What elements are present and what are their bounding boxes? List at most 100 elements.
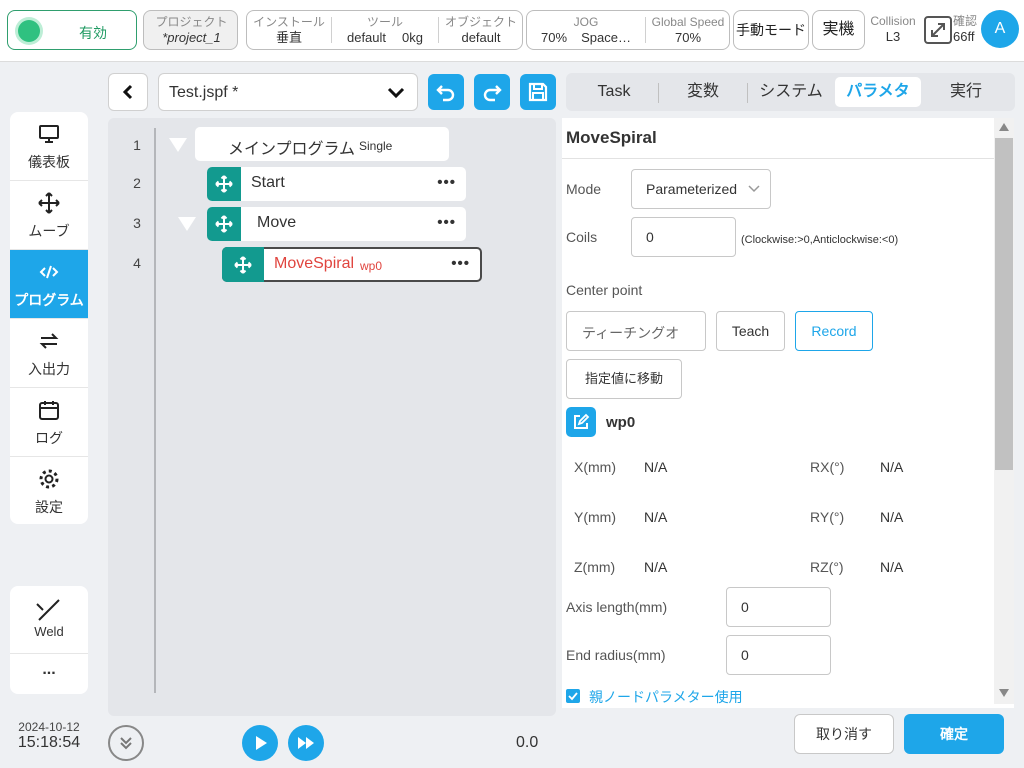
nav-item-program[interactable]: プログラム bbox=[10, 250, 88, 319]
nav-label-settings: 設定 bbox=[35, 499, 63, 515]
move-arrows-icon bbox=[38, 192, 60, 214]
main-program-node[interactable]: メインプログラム Single bbox=[195, 127, 449, 161]
line-number: 4 bbox=[133, 255, 141, 271]
project-selector[interactable]: プロジェクト *project_1 bbox=[143, 10, 238, 50]
scrollbar[interactable] bbox=[994, 118, 1014, 704]
chevron-down-icon bbox=[748, 185, 760, 193]
axis-length-input[interactable]: 0 bbox=[726, 587, 831, 627]
node-menu-button[interactable]: ••• bbox=[437, 174, 456, 191]
scroll-down-button[interactable] bbox=[108, 725, 144, 761]
mode-label: Mode bbox=[566, 181, 602, 197]
step-forward-button[interactable] bbox=[288, 725, 324, 761]
nav-item-dashboard[interactable]: 儀表板 bbox=[10, 112, 88, 181]
nav-label-move: ムーブ bbox=[28, 223, 70, 239]
play-icon bbox=[256, 736, 267, 750]
top-status-bar: 有効 プロジェクト *project_1 インストール 垂直 ツール defau… bbox=[0, 0, 1024, 62]
tab-variables[interactable]: 変数 bbox=[661, 77, 745, 107]
node-menu-button[interactable]: ••• bbox=[437, 214, 456, 231]
fast-forward-icon bbox=[298, 737, 314, 749]
jog-speed-group[interactable]: JOG 70% Space… Global Speed 70% bbox=[526, 10, 730, 50]
line-number-divider bbox=[154, 128, 156, 693]
main-program-title: メインプログラム bbox=[228, 141, 356, 158]
center-point-label: Center point bbox=[566, 282, 643, 298]
edit-waypoint-button[interactable] bbox=[566, 407, 596, 437]
node-menu-button[interactable]: ••• bbox=[451, 255, 470, 272]
expand-icon[interactable] bbox=[924, 16, 952, 44]
chevron-down-icon bbox=[387, 87, 405, 99]
redo-button[interactable] bbox=[474, 74, 510, 110]
coord-value: N/A bbox=[880, 559, 904, 575]
more-menu-button[interactable]: ... bbox=[10, 656, 88, 692]
line-number: 2 bbox=[133, 175, 141, 191]
scrollbar-thumb[interactable] bbox=[995, 138, 1013, 470]
node-name: Start bbox=[251, 174, 285, 191]
coord-label: Z(mm) bbox=[574, 559, 616, 575]
file-selector[interactable]: Test.jspf * bbox=[158, 73, 418, 111]
teach-mode-select[interactable]: ティーチングオ bbox=[566, 311, 706, 351]
nav-item-io[interactable]: 入出力 bbox=[10, 319, 88, 388]
collapse-triangle-icon[interactable] bbox=[169, 138, 187, 152]
tool-value: default bbox=[346, 30, 387, 45]
install-tool-object-group[interactable]: インストール 垂直 ツール default 0kg オブジェクト default bbox=[246, 10, 523, 50]
move-to-position-button[interactable]: 指定値に移動 bbox=[566, 359, 682, 399]
gear-icon bbox=[39, 469, 59, 489]
main-program-mode: Single bbox=[359, 139, 393, 153]
io-swap-icon bbox=[39, 333, 59, 349]
coord-value: N/A bbox=[880, 509, 904, 525]
weld-button[interactable]: Weld bbox=[10, 586, 88, 654]
tab-task[interactable]: Task bbox=[572, 77, 656, 107]
manual-mode-button[interactable]: 手動モード bbox=[733, 10, 809, 50]
tab-parameters[interactable]: パラメタ bbox=[835, 77, 921, 107]
move-node-icon bbox=[222, 247, 264, 282]
waypoint-name: wp0 bbox=[606, 414, 636, 431]
nav-item-move[interactable]: ムーブ bbox=[10, 181, 88, 250]
confirm-button[interactable]: 確定 bbox=[904, 714, 1004, 754]
coord-value: N/A bbox=[644, 459, 668, 475]
collision-level[interactable]: Collision L3 bbox=[868, 14, 918, 44]
main-nav: 儀表板 ムーブ プログラム 入出力 ログ 設定 bbox=[10, 112, 88, 524]
teach-button[interactable]: Teach bbox=[716, 311, 785, 351]
line-number: 3 bbox=[133, 215, 141, 231]
code-icon bbox=[39, 265, 59, 279]
coord-label: RX(°) bbox=[810, 459, 845, 475]
back-button[interactable] bbox=[108, 73, 148, 111]
install-value: 垂直 bbox=[275, 30, 302, 45]
coils-label: Coils bbox=[566, 229, 598, 245]
undo-button[interactable] bbox=[428, 74, 464, 110]
coord-value: N/A bbox=[644, 559, 668, 575]
use-parent-params-checkbox[interactable] bbox=[566, 689, 580, 703]
cancel-button[interactable]: 取り消す bbox=[794, 714, 894, 754]
enable-status-button[interactable]: 有効 bbox=[7, 10, 137, 50]
tool-weight: 0kg bbox=[402, 30, 423, 45]
scroll-down-arrow-icon[interactable] bbox=[999, 689, 1009, 697]
play-button[interactable] bbox=[242, 725, 278, 761]
tab-execute[interactable]: 実行 bbox=[924, 77, 1008, 107]
collapse-triangle-icon[interactable] bbox=[178, 217, 196, 231]
real-machine-button[interactable]: 実機 bbox=[812, 10, 865, 50]
status-led-icon bbox=[18, 20, 40, 42]
line-number: 1 bbox=[133, 137, 141, 153]
end-radius-input[interactable]: 0 bbox=[726, 635, 831, 675]
program-node-movespiral-selected[interactable]: MoveSpiral wp0 ••• bbox=[222, 247, 482, 282]
user-avatar[interactable]: A bbox=[981, 10, 1019, 48]
mode-select[interactable]: Parameterized bbox=[631, 169, 771, 209]
program-node-move[interactable]: Move ••• bbox=[207, 207, 466, 241]
record-button[interactable]: Record bbox=[795, 311, 873, 351]
nav-item-settings[interactable]: 設定 bbox=[10, 457, 88, 524]
program-node-start[interactable]: Start ••• bbox=[207, 167, 466, 201]
scroll-up-arrow-icon[interactable] bbox=[999, 123, 1009, 131]
jog-mode: Space… bbox=[581, 30, 631, 45]
node-waypoint-suffix: wp0 bbox=[360, 259, 383, 273]
tab-system[interactable]: システム bbox=[749, 77, 833, 107]
progress-value: 0.0 bbox=[516, 734, 539, 751]
nav-item-log[interactable]: ログ bbox=[10, 388, 88, 457]
save-button[interactable] bbox=[520, 74, 556, 110]
undo-icon bbox=[436, 85, 455, 102]
calendar-icon bbox=[39, 401, 59, 420]
chevron-left-icon bbox=[122, 84, 133, 100]
collision-value: L3 bbox=[885, 29, 901, 44]
tool-label: ツール bbox=[366, 15, 403, 29]
global-speed-label: Global Speed bbox=[651, 15, 725, 29]
param-title: MoveSpiral bbox=[566, 128, 657, 147]
coils-input[interactable]: 0 bbox=[631, 217, 736, 257]
